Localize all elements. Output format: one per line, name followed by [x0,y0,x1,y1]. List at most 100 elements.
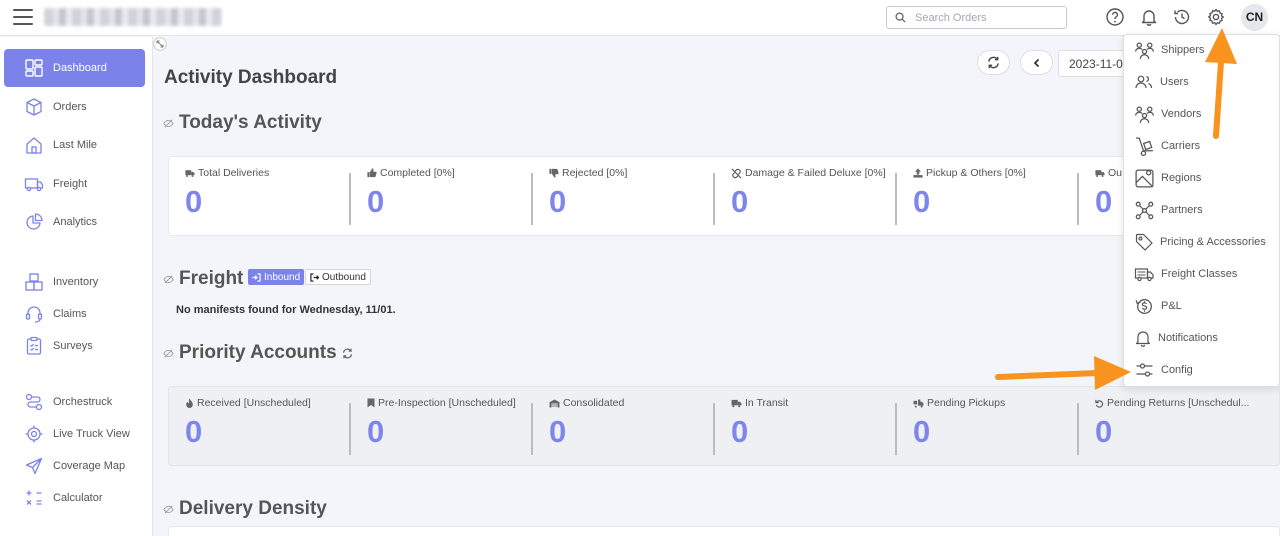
sign-out-icon [310,272,319,282]
users-icon [1135,75,1153,89]
priority-accounts-card: Received [Unscheduled] 0 Pre-Inspection … [168,386,1280,466]
stat-value: 0 [731,414,749,449]
stat-total-deliveries[interactable]: Total Deliveries 0 [169,157,351,237]
section-title-priority-accounts: Priority Accounts [163,342,353,364]
bell-icon[interactable] [1139,7,1159,27]
pie-chart-icon [26,213,43,230]
menu-item-notifications[interactable]: Notifications [1134,325,1279,351]
prev-date-button[interactable] [1020,50,1053,75]
stat-value: 0 [367,414,385,449]
stat-label: Pending Pickups [913,397,1005,409]
refresh-icon[interactable] [342,348,353,359]
menu-icon[interactable] [13,9,33,25]
refresh-button[interactable] [977,50,1010,75]
outbound-tab[interactable]: Outbound [305,269,371,285]
section-title-text: Today's Activity [179,112,322,133]
dollar-cycle-icon [1135,298,1152,314]
menu-item-p-and-l[interactable]: P&L [1134,293,1279,319]
stat-value: 0 [367,184,385,219]
truck-icon [185,169,195,177]
truck-icon [1134,268,1154,282]
section-title-todays-activity: Today's Activity [163,112,322,134]
menu-item-label: Vendors [1161,108,1202,120]
stat-label: Rejected [0%] [549,167,627,179]
section-title-delivery-density: Delivery Density [163,498,327,520]
sidebar-item-label: Claims [53,308,87,320]
sidebar-item-label: Freight [53,178,88,190]
eye-slash-icon[interactable] [163,118,174,129]
section-title-freight: Freight [163,268,243,290]
gear-icon[interactable] [1206,7,1226,27]
tag-icon [1135,233,1153,251]
truck-loading-icon [913,398,924,408]
stat-completed[interactable]: Completed [0%] 0 [351,157,533,237]
stat-consolidated[interactable]: Consolidated 0 [533,387,715,467]
stat-damage-failed[interactable]: Damage & Failed Deluxe [0%] 0 [715,157,897,237]
sidebar: Dashboard Orders Last Mile Freight Analy… [0,37,153,536]
menu-item-partners[interactable]: Partners [1134,197,1279,223]
route-icon [25,393,43,411]
sidebar-item-label: Calculator [53,492,103,504]
sidebar-item-dashboard[interactable]: Dashboard [4,49,145,87]
menu-item-label: Pricing & Accessories [1160,236,1266,248]
eye-slash-icon[interactable] [163,504,174,515]
expand-icon[interactable] [153,37,167,51]
sidebar-item-surveys[interactable]: Surveys [4,327,145,365]
sidebar-item-analytics[interactable]: Analytics [4,203,145,241]
bell-icon [1135,331,1151,347]
sidebar-item-last-mile[interactable]: Last Mile [4,126,145,164]
sidebar-item-label: Orchestruck [53,396,113,408]
stat-pickup-others[interactable]: Pickup & Others [0%] 0 [897,157,1079,237]
stat-in-transit[interactable]: In Transit 0 [715,387,897,467]
sidebar-item-label: Inventory [53,276,99,288]
menu-item-users[interactable]: Users [1134,69,1279,95]
stat-pending-returns[interactable]: Pending Returns [Unschedul... 0 [1079,387,1279,467]
headset-icon [25,306,43,323]
stat-value: 0 [185,414,203,449]
inbound-tab[interactable]: Inbound [248,269,305,285]
eye-slash-icon[interactable] [163,348,174,359]
stat-rejected[interactable]: Rejected [0%] 0 [533,157,715,237]
sidebar-item-label: Orders [53,101,87,113]
undo-icon [1095,399,1104,408]
stat-pending-pickups[interactable]: Pending Pickups 0 [897,387,1079,467]
stat-label: Completed [0%] [367,167,455,179]
menu-item-pricing-accessories[interactable]: Pricing & Accessories [1134,229,1279,255]
target-icon [25,425,43,443]
section-title-text: Freight [179,268,244,289]
search-input[interactable] [915,9,1063,26]
clipboard-icon [26,336,42,355]
fire-icon [186,398,193,408]
refresh-icon [988,56,999,69]
stat-pre-inspection[interactable]: Pre-Inspection [Unscheduled] 0 [351,387,533,467]
stat-label: In Transit [731,397,788,409]
map-icon [1135,168,1154,188]
history-icon[interactable] [1172,7,1192,27]
sidebar-item-label: Coverage Map [53,460,126,472]
sidebar-item-orders[interactable]: Orders [4,88,145,126]
unlink-icon [731,168,742,178]
sidebar-item-label: Analytics [53,216,98,228]
search-box[interactable] [886,6,1067,29]
bookmark-icon [367,398,375,408]
stat-label: Pickup & Others [0%] [913,167,1026,179]
stat-value: 0 [913,184,931,219]
stat-value: 0 [913,414,931,449]
eye-slash-icon[interactable] [163,274,174,285]
stat-label: Received [Unscheduled] [185,397,311,409]
thumbs-up-icon [367,168,377,178]
stat-received[interactable]: Received [Unscheduled] 0 [169,387,351,467]
sidebar-item-freight[interactable]: Freight [4,165,145,203]
menu-item-label: Regions [1161,172,1202,184]
avatar[interactable]: CN [1241,4,1268,31]
help-icon[interactable] [1105,7,1125,27]
menu-item-carriers[interactable]: Carriers [1134,133,1279,159]
boxes-icon [25,273,43,291]
menu-item-freight-classes[interactable]: Freight Classes [1134,261,1279,287]
sidebar-item-calculator[interactable]: Calculator [4,479,145,517]
menu-item-regions[interactable]: Regions [1134,165,1279,191]
stat-label: Total Deliveries [185,167,269,179]
menu-item-shippers[interactable]: Shippers [1134,37,1279,63]
menu-item-config[interactable]: Config [1134,357,1279,383]
menu-item-vendors[interactable]: Vendors [1134,101,1279,127]
